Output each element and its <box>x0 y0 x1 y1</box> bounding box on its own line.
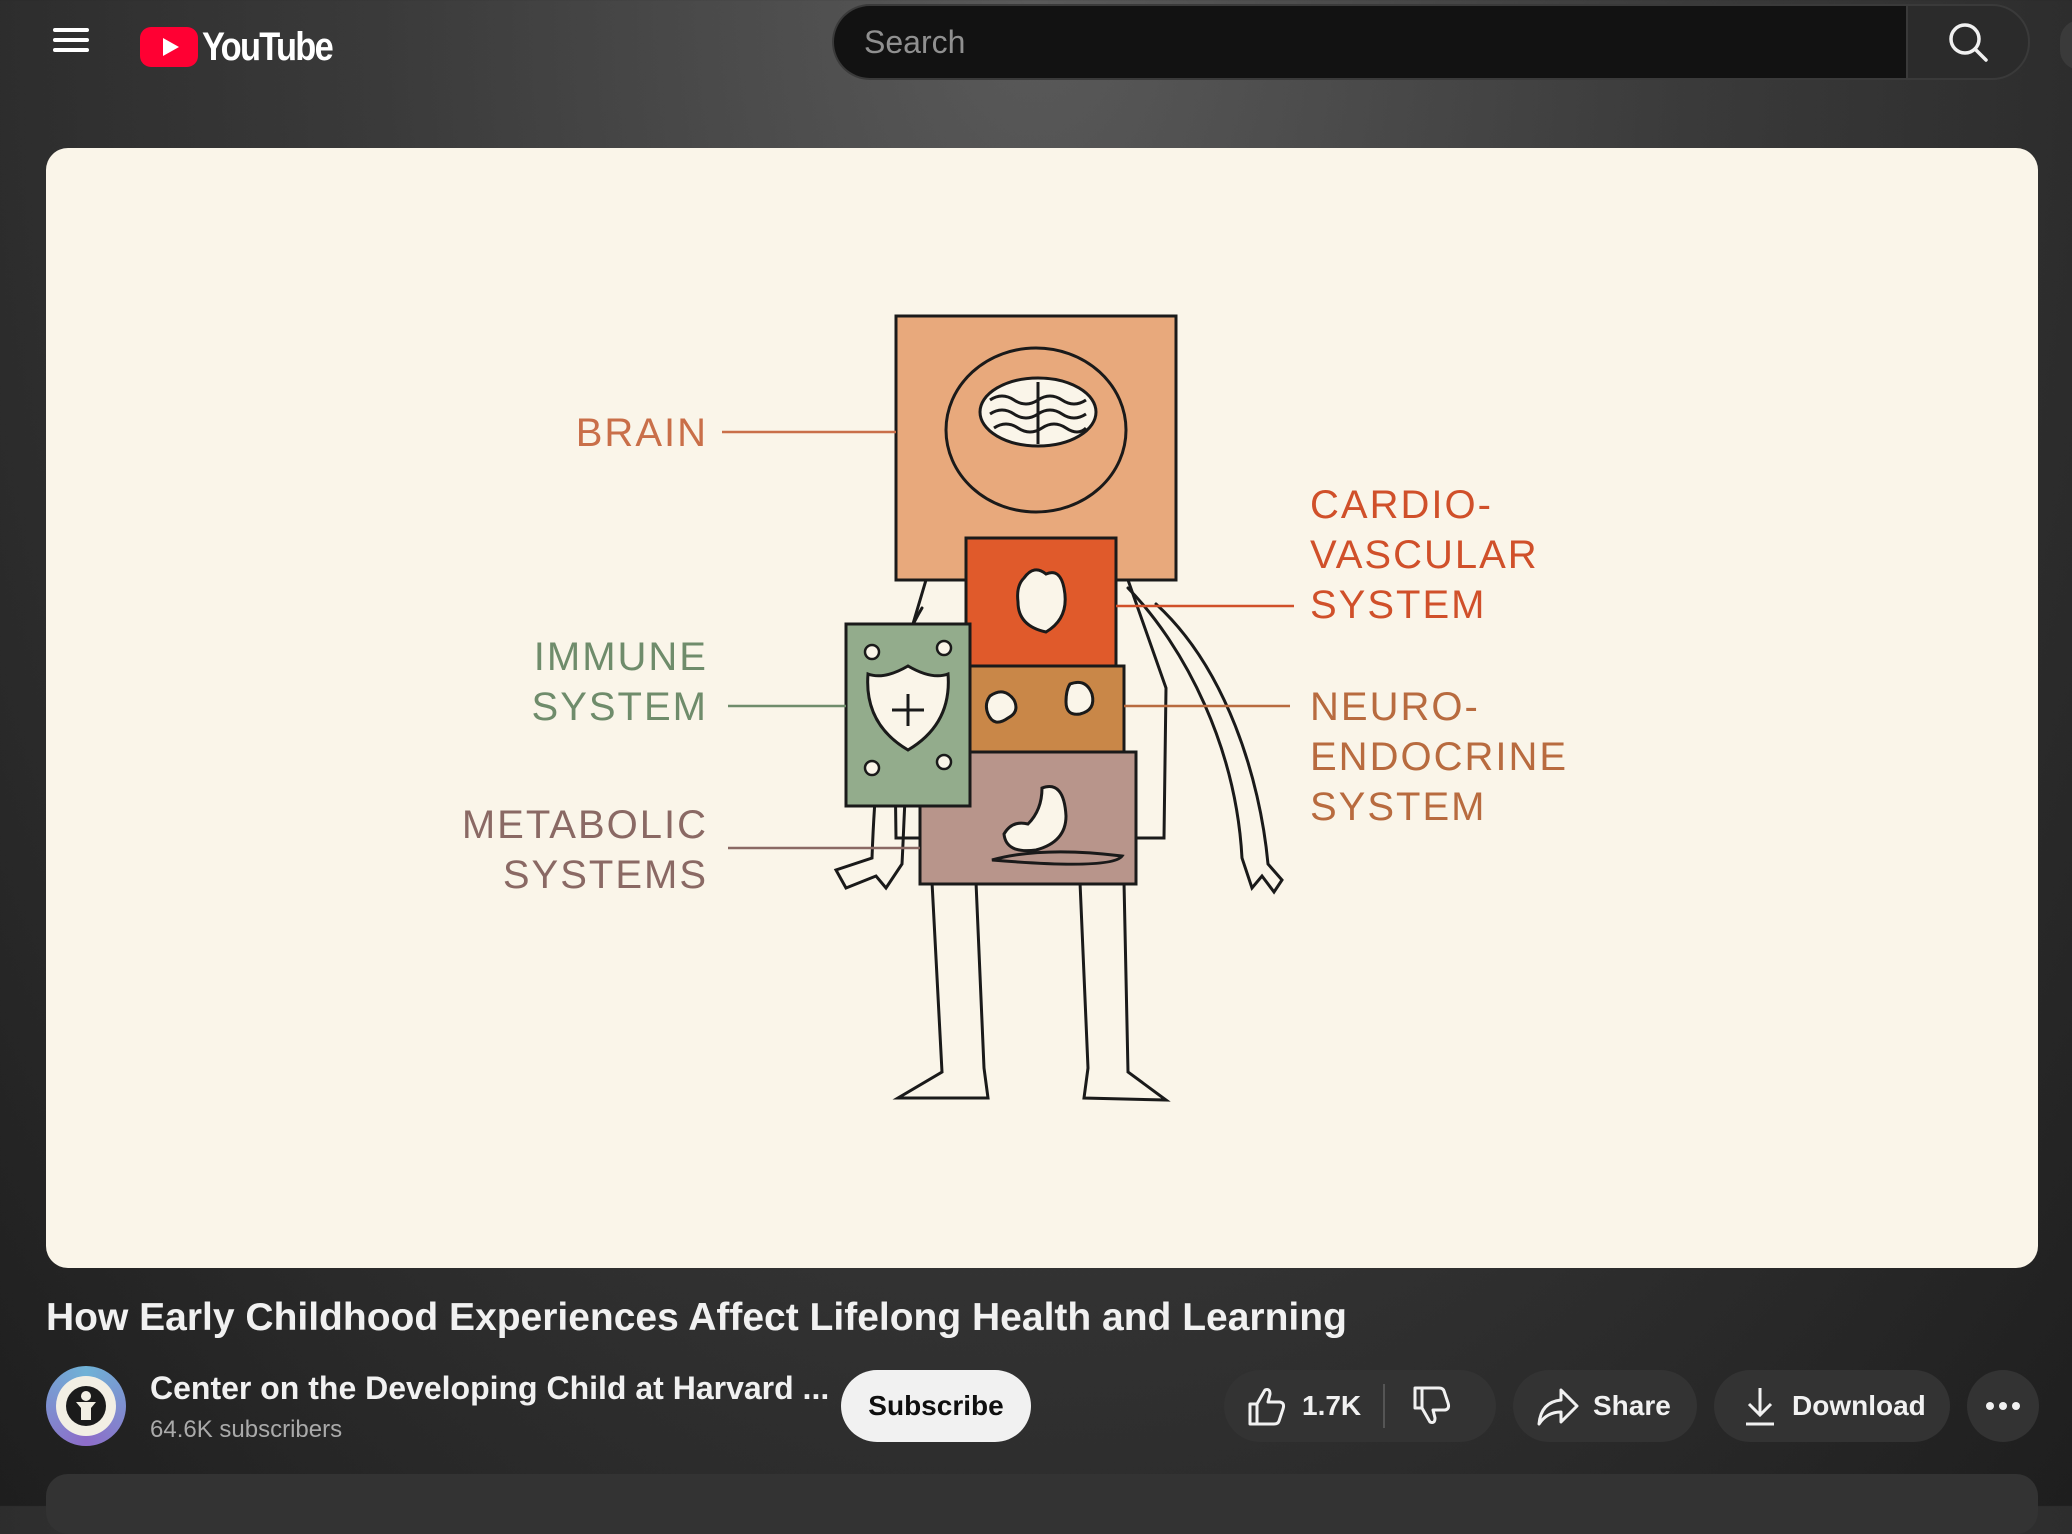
video-player[interactable]: BRAIN CARDIO- VASCULAR SYSTEM IMMUNE SYS… <box>46 148 2038 1268</box>
download-label: Download <box>1792 1390 1926 1421</box>
search-bar <box>832 4 2030 84</box>
search-icon <box>1949 23 1988 62</box>
subscriber-count: 64.6K subscribers <box>150 1416 343 1443</box>
label-immune-2: SYSTEM <box>532 685 708 729</box>
voice-search-button[interactable] <box>2060 20 2072 70</box>
subscribe-button[interactable]: Subscribe <box>841 1370 1031 1442</box>
description-box[interactable] <box>46 1474 2038 1534</box>
label-neuro-3: SYSTEM <box>1310 785 1486 829</box>
like-dislike-group: 1.7K <box>1224 1370 1496 1442</box>
dislike-icon <box>1413 1386 1451 1424</box>
dislike-button[interactable] <box>1385 1370 1453 1442</box>
search-button[interactable] <box>1906 4 2030 80</box>
share-icon <box>1537 1388 1579 1426</box>
menu-icon[interactable] <box>46 22 96 68</box>
share-label: Share <box>1593 1390 1671 1421</box>
like-count: 1.7K <box>1302 1390 1362 1421</box>
label-cardio-2: VASCULAR <box>1310 533 1539 577</box>
label-brain: BRAIN <box>576 411 708 455</box>
video-title: How Early Childhood Experiences Affect L… <box>46 1296 1347 1339</box>
label-neuro-2: ENDOCRINE <box>1310 735 1568 779</box>
channel-avatar[interactable] <box>46 1366 126 1446</box>
label-immune-1: IMMUNE <box>534 635 708 679</box>
download-icon <box>1746 1388 1774 1426</box>
label-metabolic-2: SYSTEMS <box>503 853 708 897</box>
channel-logo-icon <box>66 1386 106 1426</box>
share-button[interactable]: Share <box>1513 1370 1697 1442</box>
channel-name[interactable]: Center on the Developing Child at Harvar… <box>150 1370 829 1407</box>
youtube-logo-icon <box>140 27 198 67</box>
label-cardio-1: CARDIO- <box>1310 483 1493 527</box>
like-icon <box>1248 1388 1286 1426</box>
top-bar: YouTube <box>0 0 2072 92</box>
more-actions-button[interactable] <box>1967 1370 2039 1442</box>
label-metabolic-1: METABOLIC <box>462 803 708 847</box>
like-button[interactable]: 1.7K <box>1224 1370 1361 1442</box>
youtube-logo[interactable]: YouTube <box>140 22 353 72</box>
more-icon <box>1986 1402 2020 1410</box>
search-input[interactable] <box>832 4 1906 80</box>
logo-text: YouTube <box>202 24 334 69</box>
download-button[interactable]: Download <box>1714 1370 1950 1442</box>
video-frame-illustration: BRAIN CARDIO- VASCULAR SYSTEM IMMUNE SYS… <box>462 314 1568 1102</box>
label-cardio-3: SYSTEM <box>1310 583 1486 627</box>
label-neuro-1: NEURO- <box>1310 685 1480 729</box>
